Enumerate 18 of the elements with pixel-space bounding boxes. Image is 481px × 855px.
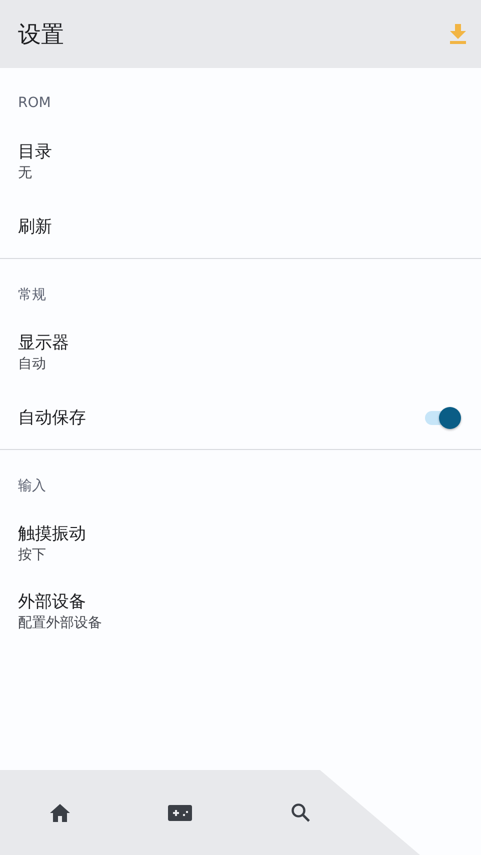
section-header: 常规	[17, 286, 47, 305]
section-header: 输入	[17, 477, 47, 496]
setting-title[interactable]: 自动保存	[18, 407, 86, 429]
setting-title[interactable]: 外部设备	[18, 591, 102, 613]
setting-title[interactable]: 刷新	[18, 216, 52, 238]
section-header: ROM	[17, 94, 52, 113]
search-icon[interactable]	[290, 803, 310, 822]
setting-title[interactable]: 触摸振动	[18, 523, 86, 545]
gamepad-icon[interactable]	[168, 804, 192, 820]
screen-title: 设置	[18, 20, 64, 50]
home-icon[interactable]	[50, 804, 70, 822]
setting-title[interactable]: 显示器	[18, 332, 69, 354]
setting-value: 自动	[18, 355, 47, 374]
setting-value: 无	[18, 164, 33, 183]
setting-title[interactable]: 目录	[18, 141, 52, 163]
setting-value: 按下	[18, 546, 47, 565]
toggle-switch[interactable]	[425, 405, 463, 431]
setting-value: 配置外部设备	[18, 614, 102, 633]
